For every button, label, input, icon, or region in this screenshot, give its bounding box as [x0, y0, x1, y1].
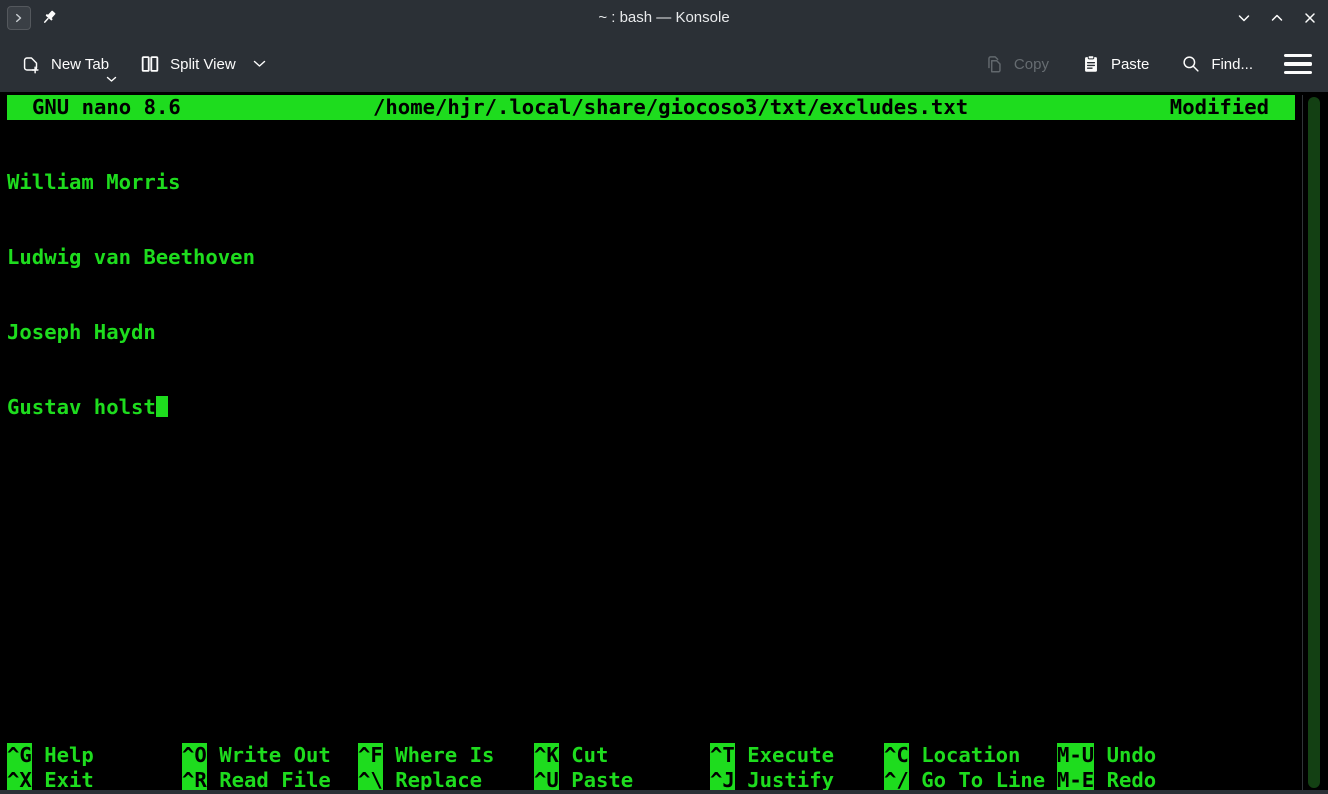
nano-titlebar: GNU nano 8.6 /home/hjr/.local/share/gioc…	[7, 95, 1295, 120]
nano-shortcut-row-1: ^GHelp ^OWrite Out ^FWhere Is ^KCut ^TEx…	[7, 743, 1295, 768]
shortcut-cut[interactable]: ^KCut	[534, 743, 608, 768]
editor-line: Joseph Haydn	[7, 320, 255, 345]
editor-line: Gustav holst	[7, 395, 255, 420]
text-cursor	[156, 396, 168, 417]
split-view-icon	[139, 53, 161, 75]
shortcut-undo[interactable]: M-UUndo	[1057, 743, 1156, 768]
copy-icon	[983, 53, 1005, 75]
terminal-scrollbar[interactable]	[1302, 95, 1328, 790]
shortcut-execute[interactable]: ^TExecute	[710, 743, 834, 768]
scrollbar-thumb[interactable]	[1308, 97, 1320, 788]
new-tab-label: New Tab	[51, 56, 109, 73]
shortcut-write-out[interactable]: ^OWrite Out	[182, 743, 331, 768]
editor-line: William Morris	[7, 170, 255, 195]
new-tab-button[interactable]: New Tab	[18, 44, 111, 84]
find-icon	[1180, 53, 1202, 75]
toolbar-left-group: New Tab Split View	[18, 44, 268, 84]
shortcut-location[interactable]: ^CLocation	[884, 743, 1020, 768]
copy-button[interactable]: Copy	[981, 44, 1051, 84]
editor-text-area[interactable]: William Morris Ludwig van Beethoven Jose…	[7, 120, 255, 470]
close-button[interactable]	[1302, 10, 1318, 26]
split-view-button[interactable]: Split View	[137, 44, 268, 84]
editor-line: Ludwig van Beethoven	[7, 245, 255, 270]
paste-icon	[1080, 53, 1102, 75]
split-view-dropdown-caret-icon[interactable]	[253, 60, 266, 68]
window-bottom-edge	[0, 790, 1328, 794]
minimize-icon	[1236, 10, 1252, 26]
paste-label: Paste	[1111, 56, 1149, 73]
minimize-button[interactable]	[1236, 10, 1252, 26]
find-label: Find...	[1211, 56, 1253, 73]
new-tab-icon	[20, 53, 42, 75]
maximize-icon	[1269, 10, 1285, 26]
toolbar: New Tab Split View	[0, 36, 1328, 92]
shortcut-where-is[interactable]: ^FWhere Is	[358, 743, 494, 768]
shortcut-help[interactable]: ^GHelp	[7, 743, 94, 768]
split-view-label: Split View	[170, 56, 236, 73]
toolbar-right-group: Copy Paste Find...	[981, 44, 1314, 84]
paste-button[interactable]: Paste	[1078, 44, 1151, 84]
hamburger-menu-button[interactable]	[1282, 52, 1314, 76]
window-controls	[1236, 0, 1318, 36]
nano-version: GNU nano 8.6	[32, 95, 181, 120]
find-button[interactable]: Find...	[1178, 44, 1255, 84]
hamburger-icon	[1284, 54, 1312, 57]
terminal-screen[interactable]: GNU nano 8.6 /home/hjr/.local/share/gioc…	[0, 92, 1328, 794]
maximize-button[interactable]	[1269, 10, 1285, 26]
window-title: ~ : bash — Konsole	[0, 0, 1328, 36]
nano-modified-badge: Modified	[1170, 95, 1269, 120]
new-tab-dropdown-caret-icon[interactable]	[106, 76, 117, 83]
close-icon	[1302, 10, 1318, 26]
konsole-window: ~ : bash — Konsole	[0, 0, 1328, 794]
titlebar: ~ : bash — Konsole	[0, 0, 1328, 36]
copy-label: Copy	[1014, 56, 1049, 73]
nano-filename: /home/hjr/.local/share/giocoso3/txt/excl…	[373, 95, 968, 120]
